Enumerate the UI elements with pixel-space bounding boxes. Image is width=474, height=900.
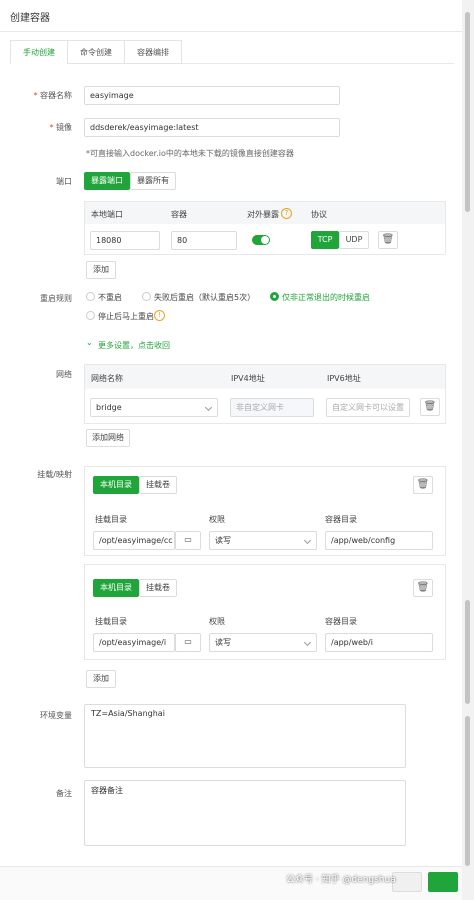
col-container-dir: 容器目录 bbox=[325, 617, 357, 626]
restart-no-radio[interactable] bbox=[86, 292, 95, 301]
col-container-port: 容器 bbox=[171, 210, 187, 219]
port-label: 端口 bbox=[56, 177, 72, 186]
add-port-button[interactable]: 添加 bbox=[86, 261, 116, 279]
port-table: 本地端口 容器 对外暴露 ? 协议 18080 80 TCP UDP 🗑 bbox=[84, 201, 446, 255]
env-textarea[interactable]: TZ=Asia/Shanghai bbox=[84, 704, 406, 768]
host-dir-button[interactable]: 本机目录 bbox=[93, 579, 139, 597]
network-select[interactable]: bridge bbox=[90, 398, 218, 417]
col-protocol: 协议 bbox=[311, 210, 327, 219]
permission-select[interactable]: 读写 bbox=[209, 633, 317, 652]
folder-icon[interactable]: ▭ bbox=[175, 633, 201, 652]
mount-container-input[interactable]: /app/web/i bbox=[325, 633, 433, 652]
trash-icon[interactable]: 🗑 bbox=[420, 398, 440, 416]
restart-no-label: 不重启 bbox=[98, 293, 122, 302]
folder-icon[interactable]: ▭ bbox=[175, 531, 201, 550]
scroll-thumb[interactable] bbox=[465, 12, 470, 212]
ipv6-input[interactable]: 自定义网卡可以设置 bbox=[326, 398, 410, 417]
cancel-button[interactable] bbox=[392, 872, 422, 892]
col-container-dir: 容器目录 bbox=[325, 515, 357, 524]
image-label: * 镜像 bbox=[49, 123, 72, 132]
watermark: 公众号 · 知乎 @dengshua bbox=[286, 875, 396, 885]
scroll-thumb[interactable] bbox=[465, 600, 470, 704]
tab-compose[interactable]: 容器编排 bbox=[124, 40, 182, 64]
chevron-down-icon[interactable]: ⌄ bbox=[86, 338, 93, 347]
help-icon[interactable]: ? bbox=[281, 208, 292, 219]
env-label: 环境变量 bbox=[40, 711, 72, 720]
image-hint: *可直接输入docker.io中的本地未下载的镜像直接创建容器 bbox=[86, 149, 294, 158]
expose-port-button[interactable]: 暴露端口 bbox=[84, 172, 130, 190]
mount-host-input[interactable]: /opt/easyimage/cc bbox=[93, 531, 175, 550]
name-label: * 容器名称 bbox=[33, 91, 72, 100]
mount-label: 挂载/映射 bbox=[37, 470, 72, 479]
mount-card: 本机目录 挂载卷 🗑 挂载目录 权限 容器目录 /opt/easyimage/i… bbox=[84, 564, 446, 660]
col-ipv4: IPV4地址 bbox=[231, 374, 265, 383]
scroll-thumb[interactable] bbox=[465, 716, 470, 866]
add-mount-button[interactable]: 添加 bbox=[86, 670, 116, 688]
remark-label: 备注 bbox=[56, 789, 72, 798]
restart-on-failure-radio[interactable] bbox=[142, 292, 151, 301]
restart-abnormal-label: 仅非正常退出的时候重启 bbox=[282, 293, 370, 302]
info-icon[interactable]: ! bbox=[154, 310, 165, 321]
protocol-tcp-button[interactable]: TCP bbox=[311, 231, 339, 249]
local-port-input[interactable]: 18080 bbox=[90, 231, 160, 250]
trash-icon[interactable]: 🗑 bbox=[413, 476, 433, 494]
restart-on-failure-label: 失败后重启（默认重启5次） bbox=[154, 293, 256, 302]
add-network-button[interactable]: 添加网络 bbox=[86, 429, 130, 447]
protocol-udp-button[interactable]: UDP bbox=[339, 231, 369, 249]
tab-manual[interactable]: 手动创建 bbox=[10, 40, 68, 64]
trash-icon[interactable]: 🗑 bbox=[413, 579, 433, 597]
more-settings-toggle[interactable]: 更多设置，点击收回 bbox=[98, 340, 170, 351]
confirm-button[interactable] bbox=[428, 872, 458, 892]
mount-container-input[interactable]: /app/web/config bbox=[325, 531, 433, 550]
dialog-title: 创建容器 bbox=[10, 13, 50, 24]
network-table-header bbox=[85, 365, 445, 389]
mount-card: 本机目录 挂载卷 🗑 挂载目录 权限 容器目录 /opt/easyimage/c… bbox=[84, 466, 446, 556]
volume-button[interactable]: 挂载卷 bbox=[139, 579, 177, 597]
header-divider bbox=[0, 31, 462, 32]
col-permission: 权限 bbox=[209, 617, 225, 626]
image-input[interactable]: ddsderek/easyimage:latest bbox=[84, 118, 340, 137]
ipv4-input[interactable]: 非自定义网卡 bbox=[230, 398, 314, 417]
col-local-port: 本地端口 bbox=[91, 210, 123, 219]
col-mount-dir: 挂载目录 bbox=[95, 617, 127, 626]
col-permission: 权限 bbox=[209, 515, 225, 524]
expose-all-button[interactable]: 暴露所有 bbox=[130, 172, 176, 190]
volume-button[interactable]: 挂载卷 bbox=[139, 476, 177, 494]
network-table: 网络名称 IPV4地址 IPV6地址 bridge 非自定义网卡 自定义网卡可以… bbox=[84, 364, 446, 424]
restart-always-label: 停止后马上重启 bbox=[98, 312, 154, 321]
restart-label: 重启规则 bbox=[40, 294, 72, 303]
restart-always-radio[interactable] bbox=[86, 311, 95, 320]
permission-select[interactable]: 读写 bbox=[209, 531, 317, 550]
restart-abnormal-radio[interactable] bbox=[270, 292, 279, 301]
col-network-name: 网络名称 bbox=[91, 374, 123, 383]
tab-command[interactable]: 命令创建 bbox=[67, 40, 125, 64]
mount-host-input[interactable]: /opt/easyimage/i bbox=[93, 633, 175, 652]
container-port-input[interactable]: 80 bbox=[171, 231, 237, 250]
network-label: 网络 bbox=[56, 370, 72, 379]
container-name-input[interactable]: easyimage bbox=[84, 86, 340, 105]
trash-icon[interactable]: 🗑 bbox=[378, 231, 398, 249]
tab-baseline bbox=[182, 63, 454, 64]
expose-toggle[interactable] bbox=[252, 235, 270, 245]
host-dir-button[interactable]: 本机目录 bbox=[93, 476, 139, 494]
col-ipv6: IPV6地址 bbox=[327, 374, 361, 383]
col-expose: 对外暴露 bbox=[247, 210, 279, 219]
col-mount-dir: 挂载目录 bbox=[95, 515, 127, 524]
remark-textarea[interactable]: 容器备注 bbox=[84, 780, 406, 846]
